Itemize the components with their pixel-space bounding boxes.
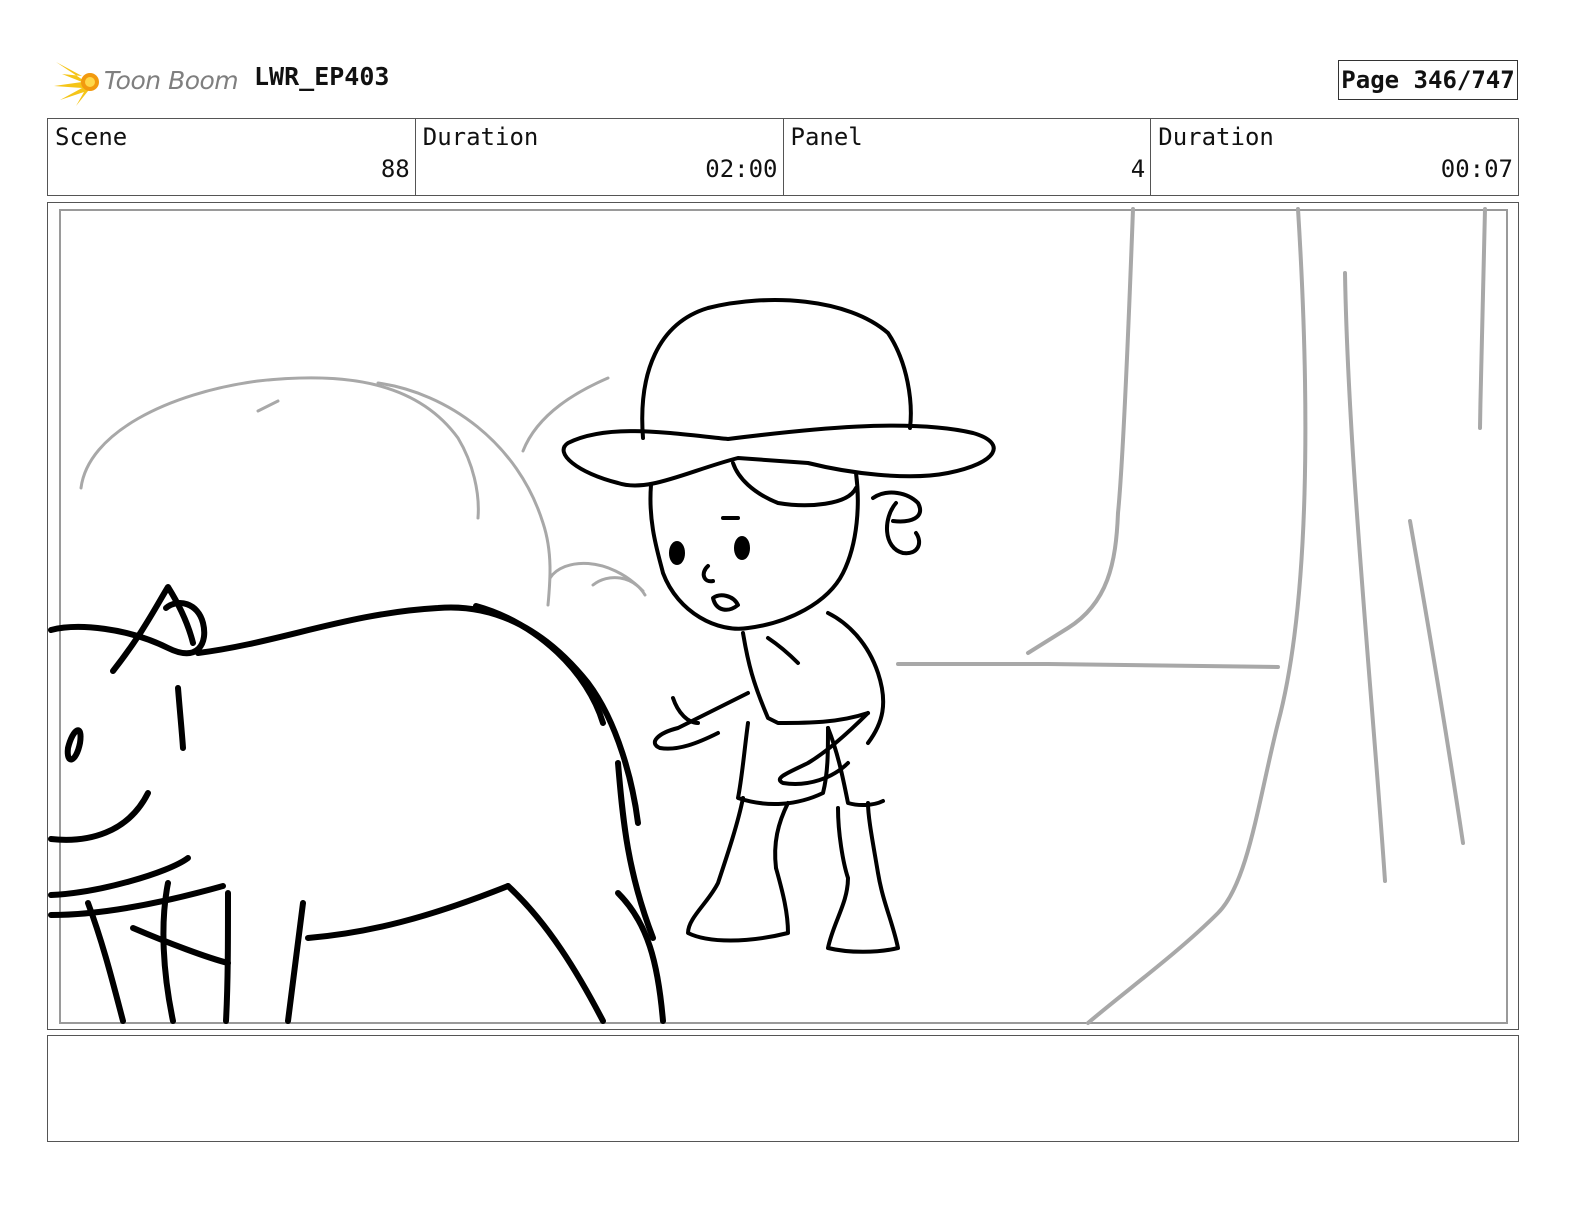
panel-label: Panel — [790, 123, 863, 151]
animal-sketch — [48, 584, 666, 1024]
panel-duration-label: Duration — [1158, 123, 1274, 151]
scene-duration-label: Duration — [422, 123, 539, 151]
scene-duration-cell: Duration 02:00 — [416, 119, 784, 195]
background-bushes — [79, 376, 647, 607]
page-indicator: Page 346/747 — [1338, 60, 1518, 100]
storyboard-sketch — [48, 207, 1508, 1025]
toon-boom-logo: Toon Boom — [52, 56, 242, 108]
scene-duration-value: 02:00 — [705, 155, 778, 183]
info-bar: Scene 88 Duration 02:00 Panel 4 Duration… — [47, 118, 1519, 196]
panel-duration-cell: Duration 00:07 — [1151, 119, 1518, 195]
project-title: LWR_EP403 — [254, 62, 390, 91]
scene-cell: Scene 88 — [48, 119, 416, 195]
storyboard-panel — [47, 202, 1519, 1030]
panel-duration-value: 00:07 — [1440, 155, 1513, 183]
panel-value: 4 — [1130, 155, 1146, 183]
panel-notes — [47, 1035, 1519, 1142]
scene-label: Scene — [55, 123, 128, 151]
logo-text: Toon Boom — [104, 66, 239, 95]
scene-value: 88 — [380, 155, 410, 183]
background-trees — [896, 207, 1487, 1025]
panel-cell: Panel 4 — [784, 119, 1152, 195]
star-burst-icon — [54, 62, 99, 106]
